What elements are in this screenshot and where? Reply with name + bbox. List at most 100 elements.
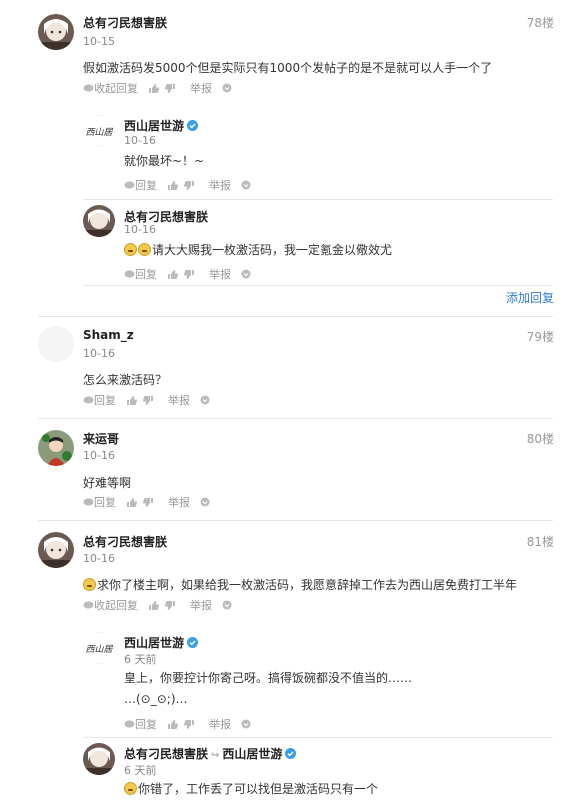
more-icon[interactable] [222, 600, 232, 610]
reply-content: 就你最坏~！~ [124, 154, 205, 168]
more-icon[interactable] [200, 395, 210, 405]
more-icon[interactable] [222, 83, 232, 93]
comment-icon [83, 395, 94, 404]
author-name[interactable]: 总有刁民想害朕 [83, 533, 167, 550]
thumbs-down-icon[interactable] [143, 395, 154, 406]
thumbs-up-icon[interactable] [167, 719, 178, 730]
report-button[interactable]: 举报 [168, 392, 190, 408]
author-name[interactable]: 总有刁民想害朕 [83, 14, 167, 31]
comment-icon [83, 600, 94, 609]
post-actions: 收起回复 举报 [83, 597, 232, 613]
verified-icon [187, 120, 199, 131]
reply-button[interactable]: 回复 [124, 716, 157, 732]
reply-to-name[interactable]: 西山居世游 [222, 747, 282, 761]
emoji-icon [124, 243, 137, 256]
reply-date: 10-16 [124, 134, 156, 147]
floor-number: 80楼 [526, 432, 554, 446]
reply-button[interactable]: 回复 [83, 392, 116, 408]
reply-label: 回复 [135, 268, 157, 281]
thumbs-up-icon[interactable] [148, 600, 159, 611]
reply-content: 皇上，你要控计你寄己呀。搞得饭碗都没不值当的…… [124, 671, 413, 685]
reply-author[interactable]: 总有刁民想害朕 ↪ 西山居世游 [124, 745, 297, 762]
report-button[interactable]: 举报 [190, 80, 212, 96]
report-button[interactable]: 举报 [168, 494, 190, 510]
reply-button[interactable]: 回复 [83, 494, 116, 510]
comment-icon [83, 497, 94, 506]
report-button[interactable]: 举报 [190, 597, 212, 613]
avatar[interactable]: 西山居 [83, 115, 115, 147]
reply-actions: 回复 举报 [124, 266, 251, 282]
divider [83, 285, 553, 286]
collapse-replies-label: 收起回复 [94, 599, 138, 612]
reply-author-name: 总有刁民想害朕 [124, 747, 209, 761]
collapse-replies-button[interactable]: 收起回复 [83, 597, 138, 613]
thumbs-up-icon[interactable] [126, 497, 137, 508]
avatar[interactable] [38, 14, 74, 50]
reply-author-name: 西山居世游 [124, 636, 185, 650]
reply-arrow-icon: ↪ [211, 750, 220, 761]
report-button[interactable]: 举报 [209, 716, 231, 732]
reply-author[interactable]: 西山居世游 [124, 634, 199, 651]
post-content: 求你了楼主啊，如果给我一枚激活码，我愿意辞掉工作去为西山居免费打工半年 [83, 576, 517, 593]
emoji-icon [124, 782, 137, 795]
avatar[interactable] [38, 326, 74, 362]
thumbs-down-icon[interactable] [165, 83, 176, 94]
more-icon[interactable] [241, 719, 251, 729]
report-button[interactable]: 举报 [209, 177, 231, 193]
thumbs-up-icon[interactable] [148, 83, 159, 94]
add-reply-link[interactable]: 添加回复 [506, 289, 554, 306]
post-date: 10-16 [83, 449, 115, 462]
reply-actions: 回复 举报 [124, 177, 251, 193]
floor-number: 81楼 [526, 535, 554, 549]
more-icon[interactable] [200, 497, 210, 507]
reply-text: 请大大赐我一枚激活码，我一定氪金以儆效尤 [152, 243, 393, 257]
reply-label: 回复 [135, 718, 157, 731]
post-date: 10-15 [83, 35, 115, 48]
more-icon[interactable] [241, 269, 251, 279]
reply-content: 你错了，工作丢了可以找但是激活码只有一个 [124, 780, 378, 797]
post-actions: 回复 举报 [83, 494, 210, 510]
reply-button[interactable]: 回复 [124, 266, 157, 282]
author-name[interactable]: 来运哥 [83, 430, 119, 447]
thumbs-up-icon[interactable] [126, 395, 137, 406]
avatar[interactable] [38, 532, 74, 568]
post-actions: 回复 举报 [83, 392, 210, 408]
comment-icon [124, 719, 135, 728]
thumbs-up-icon[interactable] [167, 269, 178, 280]
reply-content: 请大大赐我一枚激活码，我一定氪金以儆效尤 [124, 241, 392, 258]
reply-label: 回复 [94, 496, 116, 509]
post-content: 怎么来激活码？ [83, 373, 168, 387]
avatar[interactable] [38, 430, 74, 466]
verified-icon [187, 637, 199, 648]
avatar[interactable] [83, 743, 115, 775]
thumbs-up-icon[interactable] [167, 180, 178, 191]
svg-text:西山居: 西山居 [85, 127, 113, 138]
comment-icon [124, 180, 135, 189]
post-actions: 收起回复 举报 [83, 80, 232, 96]
collapse-replies-label: 收起回复 [94, 82, 138, 95]
avatar[interactable] [83, 205, 115, 237]
author-name[interactable]: Sham_z [83, 328, 134, 342]
post-date: 10-16 [83, 347, 115, 360]
thumbs-down-icon[interactable] [184, 180, 195, 191]
more-icon[interactable] [241, 180, 251, 190]
post-divider [38, 520, 553, 521]
svg-text:西山居: 西山居 [85, 644, 113, 655]
post-content: 假如激活码发5000个但是实际只有1000个发帖子的是不是就可以人手一个了 [83, 61, 493, 75]
divider [83, 199, 553, 200]
floor-number: 78楼 [526, 16, 554, 30]
verified-icon [285, 748, 297, 759]
reply-button[interactable]: 回复 [124, 177, 157, 193]
thumbs-down-icon[interactable] [184, 719, 195, 730]
thumbs-down-icon[interactable] [165, 600, 176, 611]
reply-label: 回复 [135, 179, 157, 192]
post-content: 好难等啊 [83, 476, 132, 490]
thumbs-down-icon[interactable] [184, 269, 195, 280]
avatar[interactable]: 西山居 [83, 632, 115, 664]
reply-author[interactable]: 西山居世游 [124, 117, 199, 134]
reply-label: 回复 [94, 394, 116, 407]
thumbs-down-icon[interactable] [143, 497, 154, 508]
reply-date: 6 天前 [124, 653, 157, 666]
report-button[interactable]: 举报 [209, 266, 231, 282]
collapse-replies-button[interactable]: 收起回复 [83, 80, 138, 96]
